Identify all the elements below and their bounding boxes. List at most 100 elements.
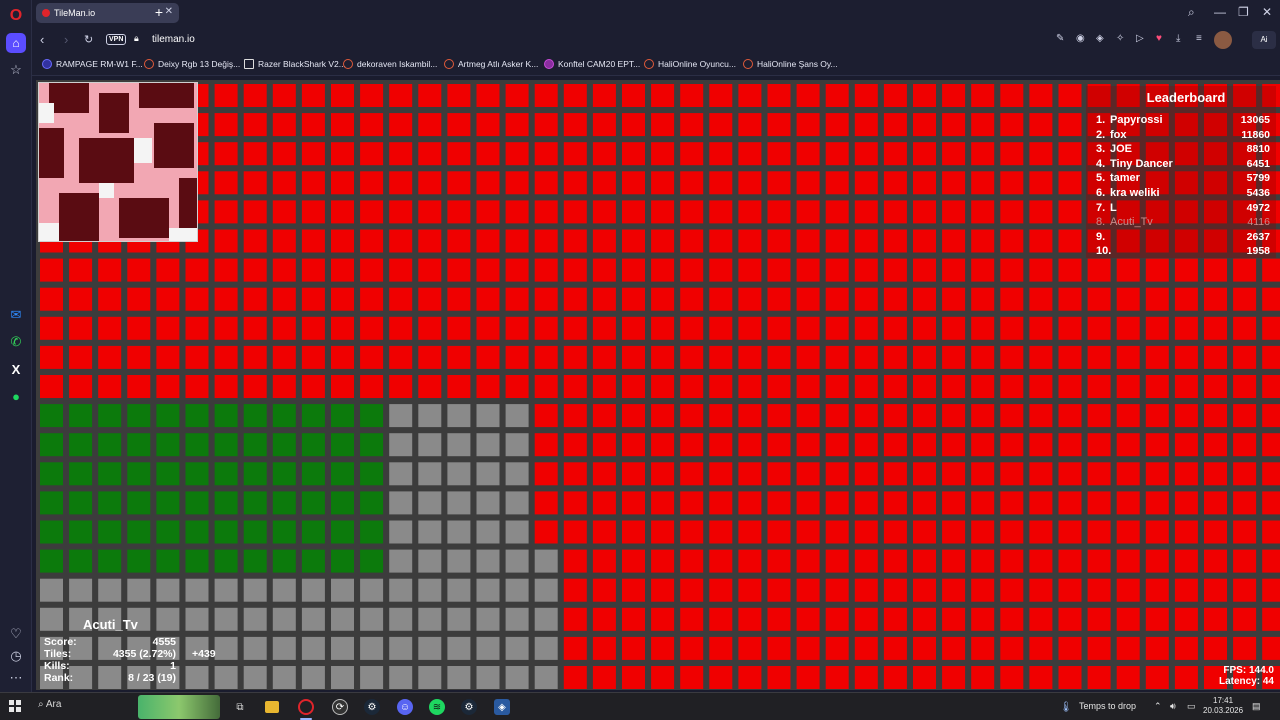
tray-chevron-icon[interactable]: ⌃ (1154, 701, 1162, 712)
tile[interactable] (505, 491, 529, 515)
tile[interactable] (301, 375, 325, 398)
tile[interactable] (243, 666, 267, 689)
tile[interactable] (883, 345, 907, 369)
tile[interactable] (214, 142, 238, 166)
tile[interactable] (651, 142, 675, 166)
tile[interactable] (942, 229, 966, 253)
tile[interactable] (1087, 462, 1111, 486)
tile[interactable] (883, 171, 907, 195)
bookmark-item[interactable]: Konftel CAM20 EPT... (544, 59, 640, 69)
tile[interactable] (913, 316, 936, 340)
tile[interactable] (767, 520, 791, 544)
tile[interactable] (476, 666, 500, 689)
tile[interactable] (156, 316, 180, 340)
tile[interactable] (534, 316, 558, 340)
tile[interactable] (1204, 404, 1227, 428)
tile[interactable] (971, 316, 995, 340)
tile[interactable] (476, 375, 500, 398)
tile[interactable] (825, 520, 849, 544)
tile[interactable] (69, 316, 93, 340)
tile[interactable] (1116, 578, 1140, 602)
tile[interactable] (331, 666, 354, 689)
heart-icon[interactable]: ♡ (6, 624, 26, 644)
tile[interactable] (185, 287, 209, 311)
tile[interactable] (360, 113, 384, 137)
tile[interactable] (563, 636, 587, 660)
tile[interactable] (331, 171, 354, 195)
tile[interactable] (883, 375, 907, 398)
tile[interactable] (767, 666, 791, 689)
tile[interactable] (1029, 287, 1053, 311)
bookmark-item[interactable]: Artmeg Atlı Asker K... (444, 59, 538, 69)
tile[interactable] (331, 636, 354, 660)
tile[interactable] (1087, 491, 1111, 515)
tile[interactable] (534, 520, 558, 544)
tile[interactable] (156, 287, 180, 311)
tile[interactable] (243, 607, 267, 631)
tile[interactable] (505, 316, 529, 340)
tile[interactable] (1087, 433, 1111, 457)
tile[interactable] (418, 549, 442, 573)
tile[interactable] (1145, 491, 1169, 515)
tile[interactable] (1174, 433, 1198, 457)
tile[interactable] (243, 375, 267, 398)
tile[interactable] (738, 607, 762, 631)
tile[interactable] (272, 549, 296, 573)
tile[interactable] (127, 345, 151, 369)
tile[interactable] (214, 113, 238, 137)
tile[interactable] (360, 345, 384, 369)
tile[interactable] (1000, 549, 1024, 573)
tile[interactable] (1000, 462, 1024, 486)
tile[interactable] (1145, 258, 1169, 282)
tile[interactable] (331, 84, 354, 107)
tile[interactable] (1116, 607, 1140, 631)
tile[interactable] (331, 113, 354, 137)
tile[interactable] (854, 142, 878, 166)
tile[interactable] (1087, 549, 1111, 573)
tile[interactable] (389, 142, 413, 166)
tile[interactable] (505, 433, 529, 457)
tile[interactable] (883, 462, 907, 486)
tile[interactable] (942, 200, 966, 224)
tile[interactable] (301, 636, 325, 660)
tile[interactable] (1000, 171, 1024, 195)
tile[interactable] (185, 258, 209, 282)
tile[interactable] (854, 491, 878, 515)
tile[interactable] (709, 520, 733, 544)
tile[interactable] (1204, 607, 1227, 631)
tile[interactable] (243, 200, 267, 224)
tile[interactable] (913, 113, 936, 137)
tile[interactable] (738, 258, 762, 282)
tile[interactable] (563, 316, 587, 340)
tile[interactable] (1087, 636, 1111, 660)
tile[interactable] (971, 491, 995, 515)
tile[interactable] (447, 607, 471, 631)
tile[interactable] (534, 258, 558, 282)
tile[interactable] (942, 666, 966, 689)
tile[interactable] (971, 636, 995, 660)
spotify-taskbar-icon[interactable]: ≋ (429, 699, 445, 715)
tile[interactable] (360, 316, 384, 340)
tile[interactable] (1029, 404, 1053, 428)
tile[interactable] (214, 316, 238, 340)
tile[interactable] (883, 287, 907, 311)
tile[interactable] (592, 84, 616, 107)
tile[interactable] (592, 607, 616, 631)
tile[interactable] (360, 520, 384, 544)
tile[interactable] (389, 229, 413, 253)
tile[interactable] (1204, 578, 1227, 602)
tile[interactable] (883, 666, 907, 689)
tile[interactable] (767, 345, 791, 369)
tile[interactable] (592, 287, 616, 311)
tile[interactable] (651, 84, 675, 107)
tile[interactable] (447, 316, 471, 340)
tile[interactable] (854, 578, 878, 602)
tile[interactable] (301, 578, 325, 602)
menu-icon[interactable]: ≡ (1196, 33, 1202, 44)
reload-icon[interactable]: ↻ (84, 33, 93, 46)
tile[interactable] (825, 607, 849, 631)
tile[interactable] (505, 462, 529, 486)
tile[interactable] (622, 316, 645, 340)
tile[interactable] (447, 375, 471, 398)
tile[interactable] (767, 258, 791, 282)
